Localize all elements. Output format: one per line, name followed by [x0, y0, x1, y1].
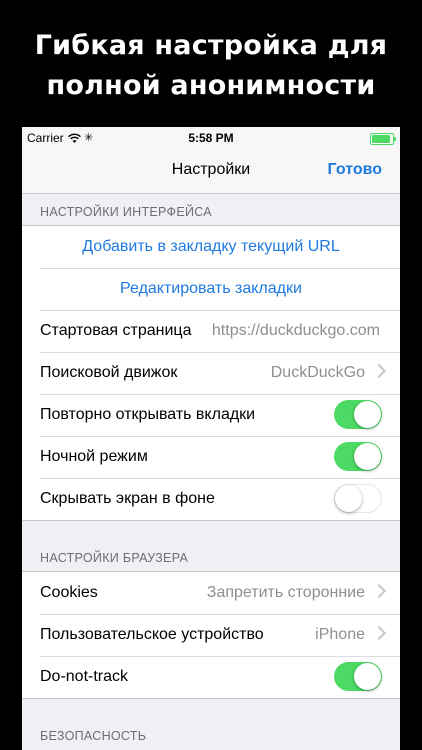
night-mode-toggle[interactable]: [334, 442, 382, 471]
search-engine-row[interactable]: Поисковой движок DuckDuckGo: [22, 352, 400, 394]
reopen-tabs-row: Повторно открывать вкладки: [22, 394, 400, 436]
toggle-knob: [354, 663, 381, 690]
chevron-right-icon: [371, 363, 387, 379]
home-page-field[interactable]: https://duckduckgo.com: [212, 322, 380, 340]
home-page-label: Стартовая страница: [40, 322, 192, 339]
home-page-row[interactable]: Стартовая страница https://duckduckgo.co…: [22, 310, 400, 352]
search-engine-value: DuckDuckGo: [270, 364, 365, 381]
search-engine-label: Поисковой движок: [40, 364, 178, 381]
reopen-tabs-toggle[interactable]: [334, 400, 382, 429]
reopen-tabs-label: Повторно открывать вкладки: [40, 406, 256, 423]
toggle-knob: [335, 485, 362, 512]
promo-headline-line1: Гибкая настройка для: [34, 30, 388, 61]
status-time: 5:58 PM: [188, 131, 234, 145]
hide-screen-row: Скрывать экран в фоне: [22, 478, 400, 520]
interface-settings-group: Добавить в закладку текущий URL Редактир…: [22, 225, 400, 521]
browser-settings-group: Cookies Запретить сторонние Пользователь…: [22, 571, 400, 699]
chevron-right-icon: [371, 583, 387, 599]
do-not-track-label: Do-not-track: [40, 668, 129, 685]
battery-level: [372, 135, 390, 143]
do-not-track-row: Do-not-track: [22, 656, 400, 698]
battery-icon: [370, 133, 396, 145]
user-agent-label: Пользовательское устройство: [40, 626, 264, 643]
cookies-label: Cookies: [40, 584, 98, 601]
phone-screen: Carrier ✳ 5:58 PM Настройки Готово НАСТР…: [22, 127, 400, 750]
user-agent-row[interactable]: Пользовательское устройство iPhone: [22, 614, 400, 656]
add-bookmark-button[interactable]: Добавить в закладку текущий URL: [22, 226, 400, 268]
navigation-bar: Настройки Готово: [22, 149, 400, 194]
promo-headline-line2: полной анонимности: [46, 70, 376, 101]
promo-headline: Гибкая настройка для полной анонимности: [0, 26, 422, 106]
cookies-value: Запретить сторонние: [206, 584, 365, 601]
done-button[interactable]: Готово: [328, 161, 382, 179]
section-header-interface: НАСТРОЙКИ ИНТЕРФЕЙСА: [40, 205, 212, 219]
do-not-track-toggle[interactable]: [334, 662, 382, 691]
hide-screen-toggle[interactable]: [334, 484, 382, 513]
toggle-knob: [354, 443, 381, 470]
night-mode-label: Ночной режим: [40, 448, 148, 465]
status-bar: Carrier ✳ 5:58 PM: [22, 127, 400, 149]
edit-bookmarks-button[interactable]: Редактировать закладки: [22, 268, 400, 310]
section-header-security: БЕЗОПАСНОСТЬ: [40, 729, 147, 743]
chevron-right-icon: [371, 625, 387, 641]
user-agent-value: iPhone: [315, 626, 365, 643]
cookies-row[interactable]: Cookies Запретить сторонние: [22, 572, 400, 614]
night-mode-row: Ночной режим: [22, 436, 400, 478]
toggle-knob: [354, 401, 381, 428]
section-header-browser: НАСТРОЙКИ БРАУЗЕРА: [40, 551, 189, 565]
hide-screen-label: Скрывать экран в фоне: [40, 490, 215, 507]
